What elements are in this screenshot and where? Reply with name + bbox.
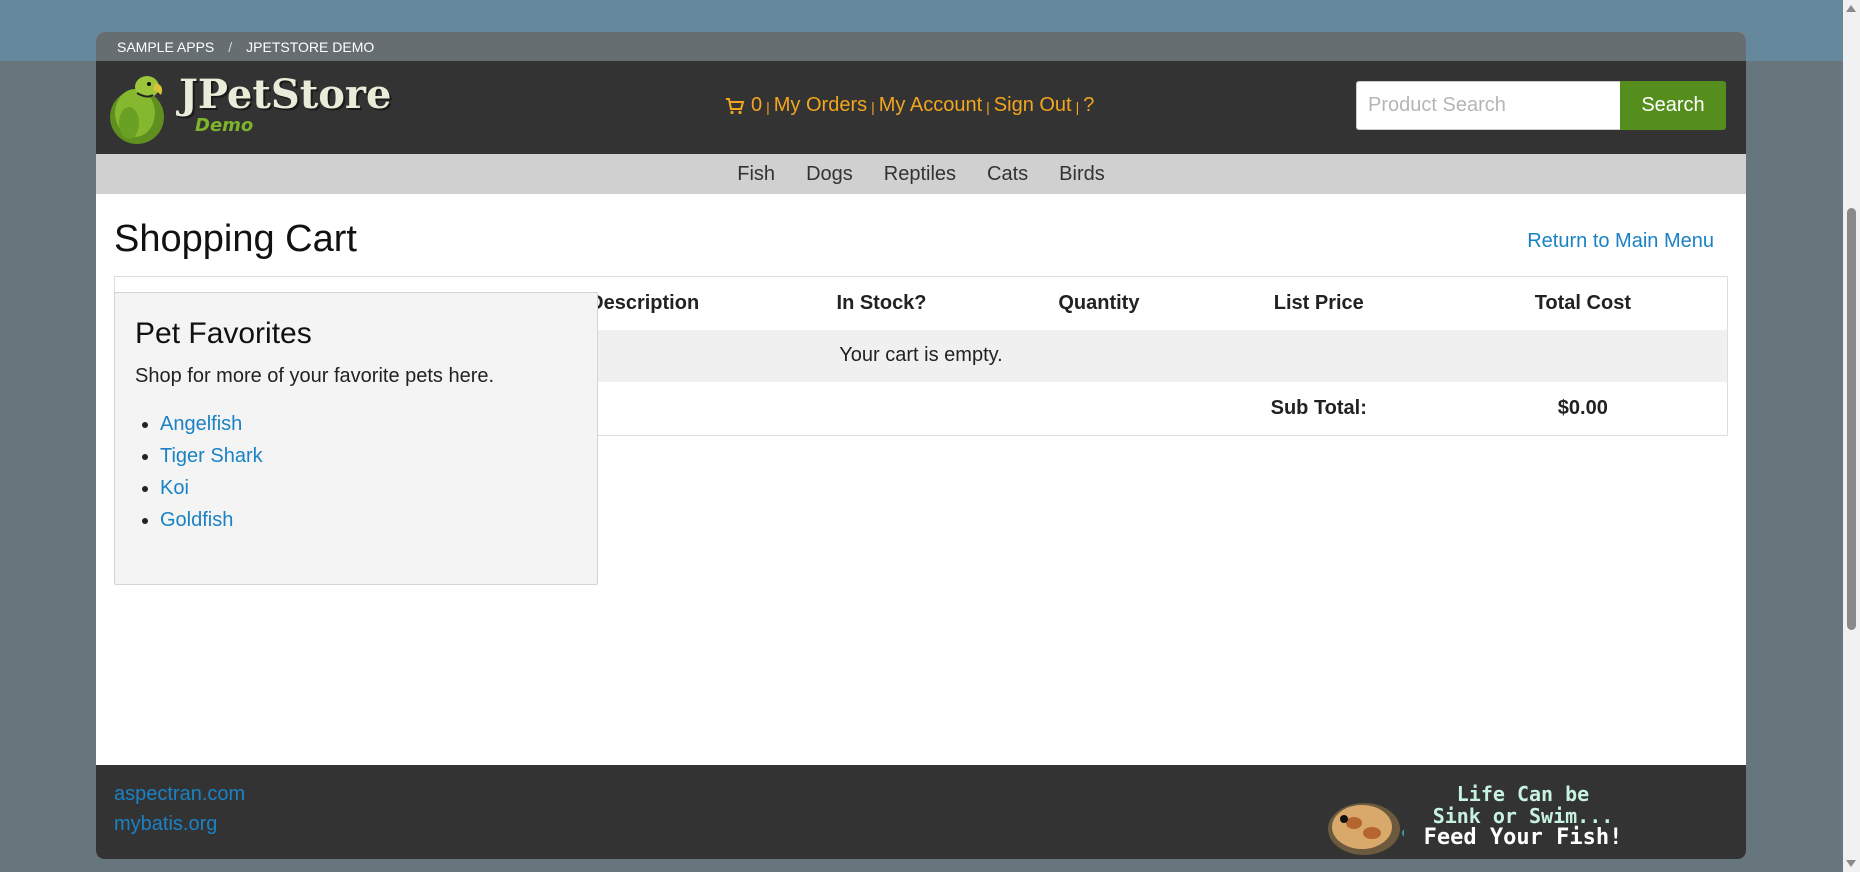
list-item: Goldfish <box>160 504 577 536</box>
category-nav: Fish Dogs Reptiles Cats Birds <box>96 154 1746 194</box>
parrot-logo-icon <box>110 76 164 144</box>
my-orders-link[interactable]: My Orders <box>774 94 867 117</box>
favorite-link-koi[interactable]: Koi <box>160 477 189 499</box>
subtotal-label: Sub Total: <box>1270 396 1367 419</box>
breadcrumb-separator: / <box>228 38 233 55</box>
menu-separator: | <box>986 99 990 115</box>
feed-your-fish-banner[interactable]: Life Can be Sink or Swim... Feed Your Fi… <box>1324 773 1634 857</box>
favorite-link-goldfish[interactable]: Goldfish <box>160 509 233 531</box>
footer-link-aspectran[interactable]: aspectran.com <box>114 779 245 809</box>
site-logo[interactable]: JPetStore Demo <box>107 73 391 145</box>
site-header: JPetStore Demo 0 | My Orders | My Accoun… <box>96 61 1746 154</box>
menu-separator: | <box>766 99 770 115</box>
banner-line-3: Feed Your Fish! <box>1423 825 1623 850</box>
pet-favorites-panel: Pet Favorites Shop for more of your favo… <box>114 292 598 585</box>
fish-icon <box>1328 803 1404 855</box>
column-header-quantity: Quantity <box>1058 291 1140 314</box>
breadcrumb-item-jpetstore-demo[interactable]: JPETSTORE DEMO <box>246 39 374 55</box>
scroll-down-arrow-icon[interactable] <box>1846 860 1856 867</box>
account-menu: 0 | My Orders | My Account | Sign Out | … <box>725 94 1094 117</box>
column-header-total-cost: Total Cost <box>1534 291 1631 314</box>
footer-links: aspectran.com mybatis.org <box>114 779 245 839</box>
category-link-fish[interactable]: Fish <box>737 163 775 186</box>
menu-separator: | <box>1075 99 1080 115</box>
search-button[interactable]: Search <box>1620 81 1726 130</box>
list-item: Angelfish <box>160 408 577 440</box>
footer-link-mybatis[interactable]: mybatis.org <box>114 809 245 839</box>
cart-count-link[interactable]: 0 <box>751 94 762 117</box>
search-form: Search <box>1356 81 1726 130</box>
title-row: Shopping Cart Return to Main Menu <box>96 194 1746 276</box>
subtotal-value: $0.00 <box>1557 396 1608 419</box>
scroll-up-arrow-icon[interactable] <box>1846 5 1856 12</box>
favorite-link-tiger-shark[interactable]: Tiger Shark <box>160 445 263 467</box>
banner-line-2: Sink or Swim... <box>1432 804 1614 828</box>
vertical-scrollbar[interactable] <box>1843 0 1860 872</box>
banner-line-1: Life Can be <box>1456 782 1590 806</box>
return-to-main-menu-link[interactable]: Return to Main Menu <box>1527 230 1714 253</box>
favorite-link-angelfish[interactable]: Angelfish <box>160 413 242 435</box>
logo-subtitle: Demo <box>195 115 254 136</box>
logo-title: JPetStore <box>179 71 392 118</box>
category-link-dogs[interactable]: Dogs <box>806 163 853 186</box>
column-header-in-stock: In Stock? <box>836 291 927 314</box>
help-link[interactable]: ? <box>1083 94 1094 117</box>
list-item: Tiger Shark <box>160 440 577 472</box>
favorites-list: Angelfish Tiger Shark Koi Goldfish <box>135 408 577 536</box>
my-account-link[interactable]: My Account <box>879 94 982 117</box>
menu-separator: | <box>871 99 875 115</box>
site-footer: aspectran.com mybatis.org Life Can be Si… <box>96 765 1746 859</box>
category-link-cats[interactable]: Cats <box>987 163 1028 186</box>
scrollbar-thumb[interactable] <box>1847 208 1856 630</box>
sign-out-link[interactable]: Sign Out <box>994 94 1072 117</box>
shopping-cart-icon[interactable] <box>725 97 745 115</box>
category-link-reptiles[interactable]: Reptiles <box>884 163 956 186</box>
favorites-title: Pet Favorites <box>135 317 312 350</box>
column-header-list-price: List Price <box>1273 291 1364 314</box>
page-container: SAMPLE APPS / JPETSTORE DEMO JPetStore D… <box>96 32 1746 859</box>
breadcrumb-item-sample-apps[interactable]: SAMPLE APPS <box>117 39 214 55</box>
banner-text: Life Can be Sink or Swim... Feed Your Fi… <box>1408 783 1638 849</box>
breadcrumb: SAMPLE APPS / JPETSTORE DEMO <box>96 32 1746 61</box>
page-title: Shopping Cart <box>114 218 357 260</box>
list-item: Koi <box>160 472 577 504</box>
favorites-description: Shop for more of your favorite pets here… <box>135 365 495 387</box>
product-search-input[interactable] <box>1356 81 1620 130</box>
category-link-birds[interactable]: Birds <box>1059 163 1105 186</box>
